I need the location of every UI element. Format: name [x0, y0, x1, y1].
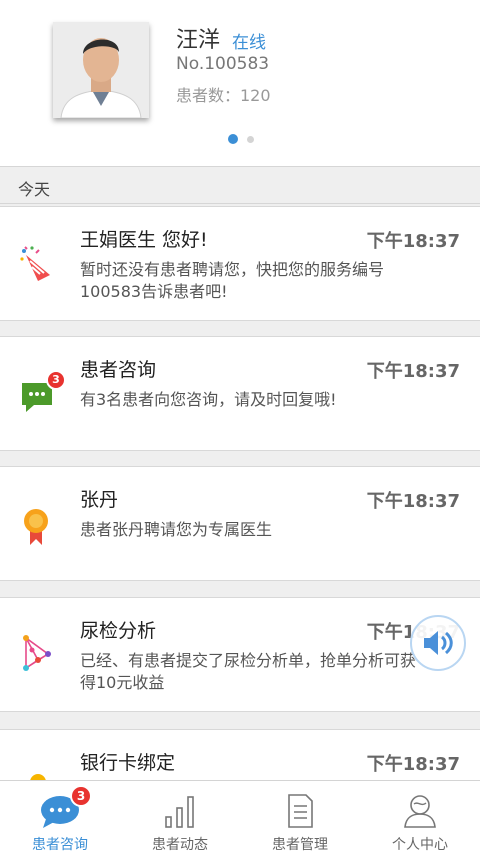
- consult-badge: 3: [46, 370, 66, 390]
- bottom-tab-bar: 3 患者咨询 患者动态 患者管理 个人中心: [0, 780, 480, 854]
- page-dot-2: [247, 135, 254, 143]
- tab-label: 患者动态: [152, 837, 208, 853]
- message-card-consult[interactable]: 3 患者咨询 下午18:37 有3名患者向您咨询，请及时回复哦!: [0, 336, 480, 451]
- speaker-icon: [424, 631, 453, 655]
- bar-chart-icon: [160, 793, 200, 829]
- section-today: 今天: [0, 166, 480, 204]
- card-description: 患者张丹聘请您为专属医生: [80, 520, 273, 539]
- card-title: 尿检分析: [80, 620, 157, 642]
- card-description: 已经、有患者提交了尿检分析单，抢单分析可获得10元收益: [80, 651, 417, 692]
- voice-button[interactable]: [410, 615, 466, 671]
- tab-patient-activity[interactable]: 患者动态: [120, 781, 240, 854]
- card-title: 张丹: [80, 489, 119, 511]
- app-screen: 汪洋 在线 No.100583 患者数：120 今天 王娟医生 您好! 下午18…: [0, 0, 480, 854]
- tab-label: 患者管理: [272, 837, 328, 853]
- card-time: 下午18:37: [366, 754, 460, 775]
- award-ribbon-icon: [18, 505, 58, 545]
- doctor-number: No.100583: [176, 54, 270, 74]
- tab-label: 个人中心: [392, 837, 448, 853]
- card-time: 下午18:37: [366, 361, 460, 382]
- card-time: 下午18:37: [366, 491, 460, 512]
- patient-count: 患者数：120: [176, 86, 271, 105]
- tab-personal-center[interactable]: 个人中心: [360, 781, 480, 854]
- message-card-hire[interactable]: 张丹 下午18:37 患者张丹聘请您为专属医生: [0, 466, 480, 581]
- card-title: 王娟医生 您好!: [80, 229, 208, 251]
- tab-patient-consult[interactable]: 3 患者咨询: [0, 781, 120, 854]
- card-description: 有3名患者向您咨询，请及时回复哦!: [80, 390, 337, 409]
- tab-patient-management[interactable]: 患者管理: [240, 781, 360, 854]
- page-indicator: [228, 134, 254, 144]
- message-card-welcome[interactable]: 王娟医生 您好! 下午18:37 暂时还没有患者聘请您，快把您的服务编号1005…: [0, 206, 480, 321]
- page-dot-1: [228, 134, 238, 144]
- person-icon: [400, 793, 440, 829]
- card-title: 银行卡绑定: [80, 752, 176, 774]
- card-time: 下午18:37: [366, 231, 460, 252]
- doctor-profile-header: 汪洋 在线 No.100583 患者数：120: [0, 0, 480, 166]
- doctor-name: 汪洋: [176, 28, 221, 53]
- tab-badge: 3: [70, 785, 92, 807]
- online-status: 在线: [232, 33, 266, 53]
- document-icon: [280, 793, 320, 829]
- message-card-urinalysis[interactable]: 尿检分析 下午18:37 已经、有患者提交了尿检分析单，抢单分析可获得10元收益: [0, 597, 480, 712]
- party-popper-icon: [18, 245, 58, 285]
- card-title: 患者咨询: [80, 359, 157, 381]
- molecule-icon: [18, 634, 58, 674]
- card-description: 暂时还没有患者聘请您，快把您的服务编号100583告诉患者吧!: [80, 260, 385, 301]
- doctor-avatar[interactable]: [53, 22, 149, 118]
- tab-label: 患者咨询: [32, 837, 88, 853]
